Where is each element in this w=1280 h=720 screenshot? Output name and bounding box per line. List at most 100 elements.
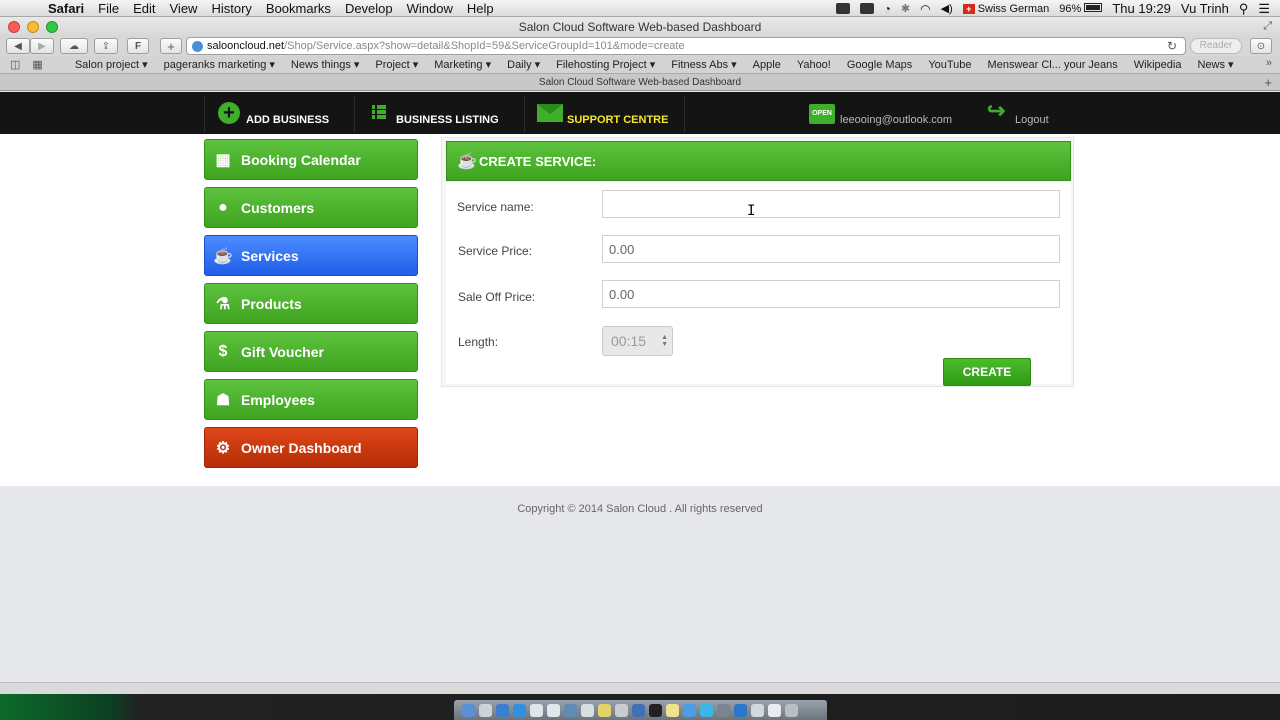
bluetooth-icon[interactable]: ✱ xyxy=(901,2,910,15)
forward-button[interactable]: ▶ xyxy=(30,38,54,54)
spotlight-icon[interactable]: ⚲ xyxy=(1239,1,1249,17)
sidebar-item-products[interactable]: ⚗ Products xyxy=(204,283,418,324)
create-service-panel: ☕ CREATE SERVICE: Service name: Service … xyxy=(441,137,1074,387)
back-button[interactable]: ◀ xyxy=(6,38,30,54)
icloud-tabs-button[interactable]: ☁ xyxy=(60,38,88,54)
bookmark-item[interactable]: YouTube xyxy=(928,59,971,71)
photos-icon[interactable] xyxy=(547,703,560,717)
fullscreen-icon[interactable]: ⤢ xyxy=(1263,20,1272,33)
app-icon[interactable] xyxy=(564,703,577,717)
bookmark-item[interactable]: pageranks marketing ▾ xyxy=(164,58,275,71)
support-centre-label: SUPPORT CENTRE xyxy=(567,114,669,126)
support-centre-link[interactable]: SUPPORT CENTRE xyxy=(537,92,687,134)
launchpad-icon[interactable] xyxy=(479,703,492,717)
bookmark-item[interactable]: Google Maps xyxy=(847,59,912,71)
safari-icon[interactable] xyxy=(513,703,526,717)
camera-icon[interactable] xyxy=(835,3,850,14)
business-listing-link[interactable]: BUSINESS LISTING xyxy=(370,92,520,134)
service-price-input[interactable] xyxy=(602,235,1060,263)
bookmark-item[interactable]: Salon project ▾ xyxy=(75,58,148,71)
app-icon[interactable] xyxy=(734,703,747,717)
wifi-icon[interactable]: ◠ xyxy=(920,2,930,16)
length-stepper[interactable]: 00:15 ▲ ▼ xyxy=(602,326,673,356)
sidebar-item-employees[interactable]: ☗ Employees xyxy=(204,379,418,420)
stepper-arrows-icon[interactable]: ▲ ▼ xyxy=(661,334,668,348)
bookmark-item[interactable]: Filehosting Project ▾ xyxy=(556,58,655,71)
sidebar-item-services[interactable]: ☕ Services xyxy=(204,235,418,276)
downloads-button[interactable]: ⊙ xyxy=(1250,38,1272,54)
share-button[interactable]: ⇪ xyxy=(94,38,118,54)
group-icon: ☗ xyxy=(215,391,231,409)
calendar-icon: ▦ xyxy=(215,151,231,169)
menu-history[interactable]: History xyxy=(211,1,251,16)
length-value: 00:15 xyxy=(611,333,647,349)
sale-off-price-label: Sale Off Price: xyxy=(458,290,536,304)
account-link[interactable]: OPEN leeooing@outlook.com xyxy=(809,92,969,134)
app-icon[interactable] xyxy=(717,703,730,717)
address-bar[interactable]: salooncloud.net/Shop/Service.aspx?show=d… xyxy=(186,37,1186,55)
reading-list-icon[interactable]: ◫ xyxy=(10,58,20,71)
app-icon[interactable] xyxy=(632,703,645,717)
sidebar-item-booking-calendar[interactable]: ▦ Booking Calendar xyxy=(204,139,418,180)
app-icon[interactable] xyxy=(700,703,713,717)
bookmark-item[interactable]: News things ▾ xyxy=(291,58,360,71)
add-business-link[interactable]: + ADD BUSINESS xyxy=(216,92,346,134)
app-icon[interactable] xyxy=(751,703,764,717)
new-tab-button[interactable]: + xyxy=(160,38,182,54)
menu-bookmarks[interactable]: Bookmarks xyxy=(266,1,331,16)
active-tab[interactable]: Salon Cloud Software Web-based Dashboard xyxy=(539,77,741,88)
notes-icon[interactable] xyxy=(666,703,679,717)
menu-app-name[interactable]: Safari xyxy=(48,1,84,16)
sidebar-item-label: Booking Calendar xyxy=(241,151,361,168)
menu-view[interactable]: View xyxy=(170,1,198,16)
bookmark-item[interactable]: Fitness Abs ▾ xyxy=(671,58,736,71)
app-icon[interactable] xyxy=(598,703,611,717)
user-name[interactable]: Vu Trinh xyxy=(1181,1,1229,16)
bookmark-item[interactable]: Marketing ▾ xyxy=(434,58,491,71)
clock[interactable]: Thu 19:29 xyxy=(1112,1,1171,16)
menu-file[interactable]: File xyxy=(98,1,119,16)
bookmark-item[interactable]: Menswear Cl... your Jeans xyxy=(988,59,1118,71)
business-listing-label: BUSINESS LISTING xyxy=(396,114,499,126)
bookmark-item[interactable]: Wikipedia xyxy=(1134,59,1182,71)
create-button[interactable]: CREATE xyxy=(943,358,1031,386)
mail-icon[interactable] xyxy=(530,703,543,717)
notification-center-icon[interactable]: ☰ xyxy=(1258,1,1270,17)
app-icon[interactable] xyxy=(581,703,594,717)
bookmark-item[interactable]: Apple xyxy=(753,59,781,71)
finder-icon[interactable] xyxy=(462,703,475,717)
nav-separator xyxy=(524,96,525,132)
bookmark-item[interactable]: Daily ▾ xyxy=(507,58,540,71)
keyboard-layout[interactable]: + Swiss German xyxy=(962,3,1049,15)
app-icon[interactable] xyxy=(768,703,781,717)
reader-button[interactable]: Reader xyxy=(1190,38,1242,54)
menu-window[interactable]: Window xyxy=(407,1,453,16)
readability-button[interactable]: F xyxy=(127,38,149,54)
time-machine-icon[interactable]: ◔ xyxy=(884,2,891,16)
app-icon[interactable] xyxy=(683,703,696,717)
dropbox-icon[interactable] xyxy=(859,3,874,14)
volume-icon[interactable]: ◀) xyxy=(941,2,953,15)
service-name-input[interactable] xyxy=(602,190,1060,218)
bookmark-item[interactable]: Project ▾ xyxy=(375,58,418,71)
bookmarks-overflow-icon[interactable]: » xyxy=(1266,57,1272,69)
terminal-icon[interactable] xyxy=(649,703,662,717)
bookmark-item[interactable]: News ▾ xyxy=(1197,58,1233,71)
menu-edit[interactable]: Edit xyxy=(133,1,155,16)
app-store-icon[interactable] xyxy=(496,703,509,717)
app-icon[interactable] xyxy=(615,703,628,717)
sale-off-price-input[interactable] xyxy=(602,280,1060,308)
bookmark-item[interactable]: Yahoo! xyxy=(797,59,831,71)
trash-icon[interactable] xyxy=(785,703,798,717)
gear-icon: ⚙ xyxy=(215,439,231,457)
sidebar-item-customers[interactable]: ● Customers xyxy=(204,187,418,228)
menu-develop[interactable]: Develop xyxy=(345,1,393,16)
battery-status[interactable]: 96% xyxy=(1059,2,1103,15)
sidebar-item-owner-dashboard[interactable]: ⚙ Owner Dashboard xyxy=(204,427,418,468)
sidebar-item-gift-voucher[interactable]: $ Gift Voucher xyxy=(204,331,418,372)
menu-help[interactable]: Help xyxy=(467,1,494,16)
top-sites-icon[interactable]: ▦ xyxy=(32,58,42,71)
reload-icon[interactable]: ↻ xyxy=(1167,39,1177,53)
add-tab-icon[interactable]: + xyxy=(1264,74,1272,91)
logout-link[interactable]: ↪ Logout xyxy=(985,92,1055,134)
